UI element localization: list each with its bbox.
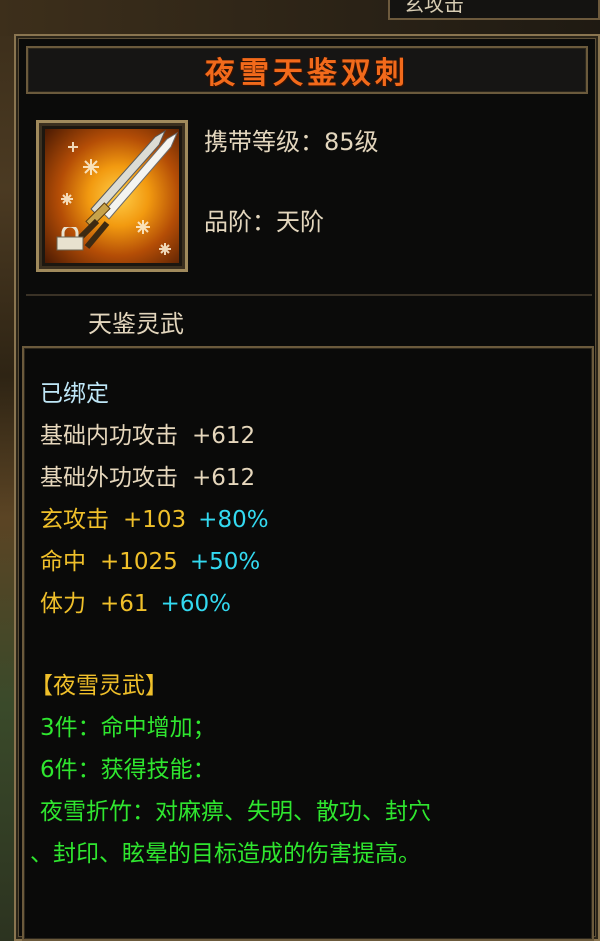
level-requirement: 携带等级：85级	[204, 122, 379, 157]
stat-bonus: +50%	[189, 549, 261, 575]
stat-value: +61	[100, 591, 149, 617]
item-category: 天鉴灵武	[88, 310, 184, 338]
stat-row: 命中 +1025 +50%	[40, 542, 260, 576]
stat-value: +612	[192, 423, 256, 449]
grade-value: 天阶	[276, 208, 324, 236]
set-bonus-line: 夜雪折竹：对麻痹、失明、散功、封穴	[40, 799, 431, 825]
stat-bonus: +80%	[198, 507, 269, 533]
set-bonus-line: 6件：获得技能：	[40, 757, 216, 783]
stat-name: 命中	[40, 549, 86, 575]
twin-daggers-icon	[45, 129, 179, 263]
stat-value: +103	[123, 507, 187, 533]
lock-icon	[55, 224, 85, 251]
set-bonus-line: 、封印、眩晕的目标造成的伤害提高。	[30, 841, 421, 867]
stat-name: 基础外功攻击	[40, 465, 178, 491]
item-tooltip-panel: 夜雪天鉴双刺 携带等级：85级 品阶：天阶 天鉴灵武 已绑定 基础内功攻击 +6…	[14, 34, 600, 941]
stat-row: 基础外功攻击 +612	[40, 458, 255, 492]
item-grade: 品阶：天阶	[204, 202, 324, 237]
stat-row: 玄攻击 +103 +80%	[40, 500, 269, 534]
stat-row: 基础内功攻击 +612	[40, 416, 255, 450]
set-title: 【夜雪灵武】	[30, 673, 168, 699]
item-name: 夜雪天鉴双刺	[205, 56, 409, 91]
stat-value: +1025	[100, 549, 178, 575]
item-icon-frame	[36, 120, 188, 272]
stat-value: +612	[192, 465, 256, 491]
set-bonus-line: 3件：命中增加；	[40, 715, 216, 741]
background-tooltip-fragment: 玄攻击	[388, 0, 600, 20]
stat-bonus: +60%	[160, 591, 231, 617]
stat-name: 玄攻击	[40, 507, 109, 533]
stat-row: 体力 +61 +60%	[40, 584, 231, 618]
level-label: 携带等级：	[204, 128, 324, 156]
level-value: 85级	[324, 128, 379, 156]
bound-status: 已绑定	[40, 381, 109, 407]
title-bar: 夜雪天鉴双刺	[26, 46, 588, 94]
grade-label: 品阶：	[204, 208, 276, 236]
stat-name: 体力	[40, 591, 86, 617]
stat-name: 基础内功攻击	[40, 423, 178, 449]
stats-box: 已绑定 基础内功攻击 +612 基础外功攻击 +612 玄攻击 +103 +80% 命中…	[22, 346, 594, 941]
divider	[26, 294, 592, 296]
